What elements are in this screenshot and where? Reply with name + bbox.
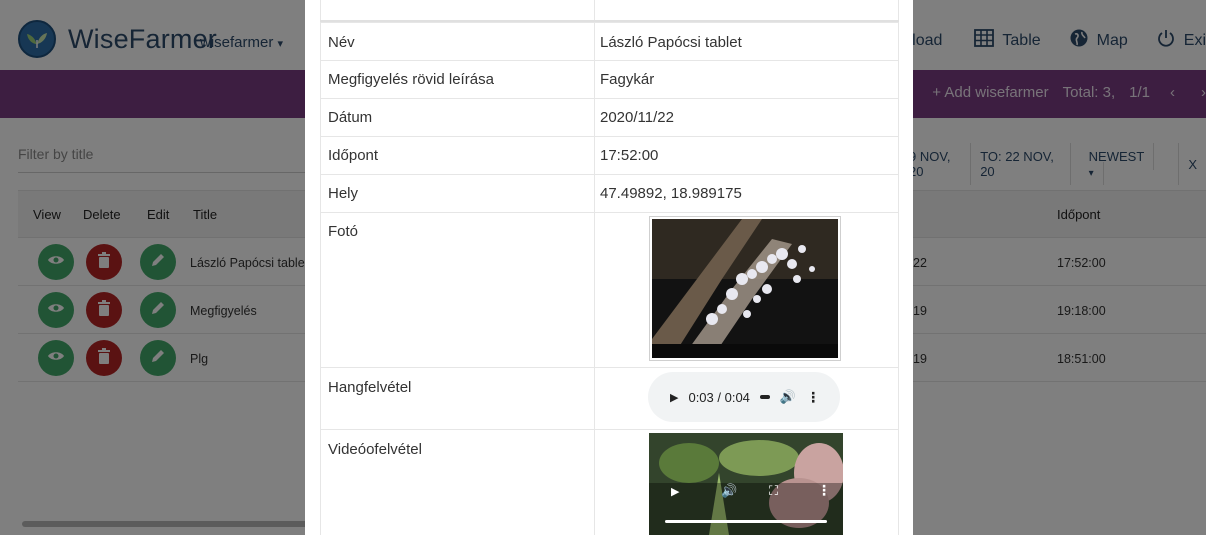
field-label: Videóofelvétel xyxy=(328,441,422,458)
audio-time: 0:03 / 0:04 xyxy=(688,389,750,405)
more-options-icon[interactable]: ⋮ xyxy=(817,482,831,499)
detail-row-description: Megfigyelés rövid leírása Fagykár xyxy=(320,60,899,98)
field-label: Dátum xyxy=(328,109,373,126)
field-value: 47.49892, 18.989175 xyxy=(600,185,742,202)
detail-modal: Név László Papócsi tablet Megfigyelés rö… xyxy=(305,0,913,535)
play-icon[interactable]: ▶ xyxy=(671,485,679,498)
detail-row-time: Időpont 17:52:00 xyxy=(320,136,899,174)
field-value: László Papócsi tablet xyxy=(600,34,742,51)
video-controls: ▶ 🔊 ⛶ ⋮ xyxy=(649,479,843,535)
detail-row-location: Hely 47.49892, 18.989175 xyxy=(320,174,899,212)
field-label: Hangfelvétel xyxy=(328,379,412,396)
photo-image xyxy=(652,219,838,358)
video-player[interactable]: ▶ 🔊 ⛶ ⋮ xyxy=(649,433,843,535)
field-value: 2020/11/22 xyxy=(600,109,674,126)
volume-icon[interactable]: 🔊 xyxy=(721,483,737,499)
play-icon[interactable]: ▶ xyxy=(670,391,678,404)
detail-row-date: Dátum 2020/11/22 xyxy=(320,98,899,136)
more-options-icon[interactable]: ⋮ xyxy=(806,389,820,406)
field-value: 17:52:00 xyxy=(600,147,659,164)
field-label: Hely xyxy=(328,185,359,202)
field-value: Fagykár xyxy=(600,71,655,88)
field-label: Megfigyelés rövid leírása xyxy=(328,71,494,88)
video-progress-bar[interactable] xyxy=(665,520,827,523)
observation-photo[interactable] xyxy=(649,216,841,361)
volume-icon[interactable]: 🔊 xyxy=(780,389,796,405)
detail-row-name: Név László Papócsi tablet xyxy=(320,22,899,60)
audio-player[interactable]: ▶ 0:03 / 0:04 🔊 ⋮ xyxy=(648,372,840,422)
fullscreen-icon[interactable]: ⛶ xyxy=(769,483,778,499)
audio-progress-slider[interactable] xyxy=(759,395,770,399)
field-label: Fotó xyxy=(328,223,359,240)
field-label: Időpont xyxy=(328,147,379,164)
field-label: Név xyxy=(328,34,355,51)
